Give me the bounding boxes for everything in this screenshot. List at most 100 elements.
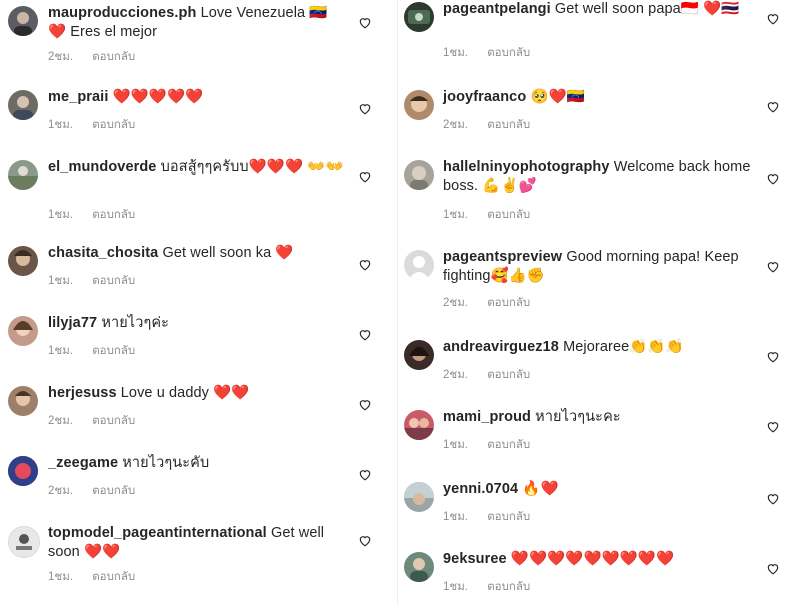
reply-button[interactable]: ตอบกลับ [487, 119, 530, 131]
avatar[interactable] [404, 90, 434, 120]
avatar[interactable] [8, 386, 38, 416]
heart-outline-icon[interactable] [358, 258, 372, 271]
avatar[interactable] [404, 2, 434, 32]
comment-text: pageantpelangi Get well soon papa🇮🇩 ❤️🇹🇭 [443, 0, 763, 19]
comment-meta: 2ชม. ตอบกลับ [443, 294, 530, 312]
reply-button[interactable]: ตอบกลับ [92, 119, 135, 131]
comment-body: บอสสู้ๆๆครับบ❤️❤️❤️ 👐👐 [160, 159, 344, 175]
comment-time: 2ชม. [443, 297, 468, 309]
comment-time: 2ชม. [48, 51, 73, 63]
reply-button[interactable]: ตอบกลับ [487, 369, 530, 381]
comment-time: 1ชม. [48, 119, 73, 131]
comment-meta: 2ชม. ตอบกลับ [443, 366, 530, 384]
comment-username[interactable]: el_mundoverde [48, 159, 156, 175]
comment-text: mami_proud หายไวๆนะคะ [443, 408, 763, 427]
avatar[interactable] [404, 340, 434, 370]
comment-username[interactable]: hallelniny​ophotography [443, 159, 610, 175]
reply-button[interactable]: ตอบกลับ [92, 485, 135, 497]
comment-meta: 1ชม. ตอบกลับ [48, 206, 135, 224]
comment-meta: 1ชม. ตอบกลับ [443, 436, 530, 454]
comment-time: 1ชม. [443, 511, 468, 523]
comment-username[interactable]: pageantspreview [443, 249, 562, 265]
reply-button[interactable]: ตอบกลับ [487, 209, 530, 221]
comment-body: หายไวๆค่ะ [101, 315, 170, 331]
heart-outline-icon[interactable] [358, 534, 372, 547]
avatar[interactable] [8, 6, 38, 36]
reply-button[interactable]: ตอบกลับ [487, 581, 530, 593]
comment-body: ❤️❤️❤️❤️❤️ [112, 89, 204, 105]
reply-button[interactable]: ตอบกลับ [92, 345, 135, 357]
comment-username[interactable]: andreavirguez18 [443, 339, 559, 355]
comment-meta: 1ชม. ตอบกลับ [443, 44, 530, 62]
comment-text: el_mundoverde บอสสู้ๆๆครับบ❤️❤️❤️ 👐👐 [48, 158, 348, 177]
comment-text: 9eksuree ❤️❤️❤️❤️❤️❤️❤️❤️❤️ [443, 550, 763, 569]
heart-outline-icon[interactable] [358, 398, 372, 411]
comment-username[interactable]: jooyfraanco [443, 89, 526, 105]
comment-time: 2ชม. [443, 369, 468, 381]
comment-username[interactable]: herjesuss [48, 385, 117, 401]
comment-time: 2ชม. [48, 415, 73, 427]
comment-body: ❤️❤️❤️❤️❤️❤️❤️❤️❤️ [510, 551, 675, 567]
reply-button[interactable]: ตอบกลับ [92, 415, 135, 427]
avatar[interactable] [404, 160, 434, 190]
comment-time: 1ชม. [48, 209, 73, 221]
comment-username[interactable]: _zeegame [48, 455, 118, 471]
heart-outline-icon[interactable] [766, 562, 780, 575]
comment-username[interactable]: mami_proud [443, 409, 531, 425]
reply-button[interactable]: ตอบกลับ [487, 511, 530, 523]
comment-meta: 1ชม. ตอบกลับ [443, 578, 530, 596]
heart-outline-icon[interactable] [358, 16, 372, 29]
comment-text: _zeegame หายไวๆนะคับ [48, 454, 348, 473]
comment-time: 1ชม. [443, 209, 468, 221]
reply-button[interactable]: ตอบกลับ [92, 571, 135, 583]
comment-username[interactable]: chasita_chosita [48, 245, 158, 261]
avatar[interactable] [8, 160, 38, 190]
comment-username[interactable]: lilyja77 [48, 315, 97, 331]
comment-username[interactable]: 9eksuree [443, 551, 507, 567]
comment-username[interactable]: topmodel_pageantinternational [48, 525, 267, 541]
heart-outline-icon[interactable] [358, 468, 372, 481]
heart-outline-icon[interactable] [766, 350, 780, 363]
comments-column-left: mauproducciones.ph Love Venezuela 🇻🇪 ❤️ … [0, 0, 400, 606]
reply-button[interactable]: ตอบกลับ [487, 439, 530, 451]
comment-meta: 1ชม. ตอบกลับ [48, 342, 135, 360]
comment-username[interactable]: yenni.0704 [443, 481, 518, 497]
comment-text: jooyfraanco 🥺❤️🇻🇪 [443, 88, 763, 107]
comment-meta: 2ชม. ตอบกลับ [48, 48, 135, 66]
comment-time: 1ชม. [48, 571, 73, 583]
comment-text: lilyja77 หายไวๆค่ะ [48, 314, 348, 333]
avatar[interactable] [404, 552, 434, 582]
heart-outline-icon[interactable] [358, 170, 372, 183]
avatar[interactable] [8, 246, 38, 276]
comment-body: Get well soon papa🇮🇩 ❤️🇹🇭 [554, 1, 740, 17]
comment-text: mauproducciones.ph Love Venezuela 🇻🇪 ❤️ … [48, 4, 348, 42]
reply-button[interactable]: ตอบกลับ [92, 51, 135, 63]
reply-button[interactable]: ตอบกลับ [487, 47, 530, 59]
comment-text: me_praii ❤️❤️❤️❤️❤️ [48, 88, 348, 107]
avatar[interactable] [8, 316, 38, 346]
avatar[interactable] [404, 250, 434, 280]
comment-meta: 1ชม. ตอบกลับ [443, 206, 530, 224]
comment-username[interactable]: pageantpelangi [443, 1, 551, 17]
heart-outline-icon[interactable] [766, 260, 780, 273]
heart-outline-icon[interactable] [766, 12, 780, 25]
avatar[interactable] [8, 526, 40, 558]
heart-outline-icon[interactable] [766, 420, 780, 433]
avatar[interactable] [404, 482, 434, 512]
heart-outline-icon[interactable] [358, 328, 372, 341]
avatar[interactable] [404, 410, 434, 440]
reply-button[interactable]: ตอบกลับ [92, 209, 135, 221]
heart-outline-icon[interactable] [358, 102, 372, 115]
heart-outline-icon[interactable] [766, 492, 780, 505]
comment-time: 2ชม. [443, 119, 468, 131]
heart-outline-icon[interactable] [766, 100, 780, 113]
comment-username[interactable]: me_praii [48, 89, 108, 105]
reply-button[interactable]: ตอบกลับ [92, 275, 135, 287]
comment-meta: 1ชม. ตอบกลับ [443, 508, 530, 526]
reply-button[interactable]: ตอบกลับ [487, 297, 530, 309]
avatar[interactable] [8, 90, 38, 120]
comment-body: หายไวๆนะคะ [535, 409, 621, 425]
comment-username[interactable]: mauproducciones.ph [48, 5, 196, 21]
avatar[interactable] [8, 456, 38, 486]
heart-outline-icon[interactable] [766, 172, 780, 185]
